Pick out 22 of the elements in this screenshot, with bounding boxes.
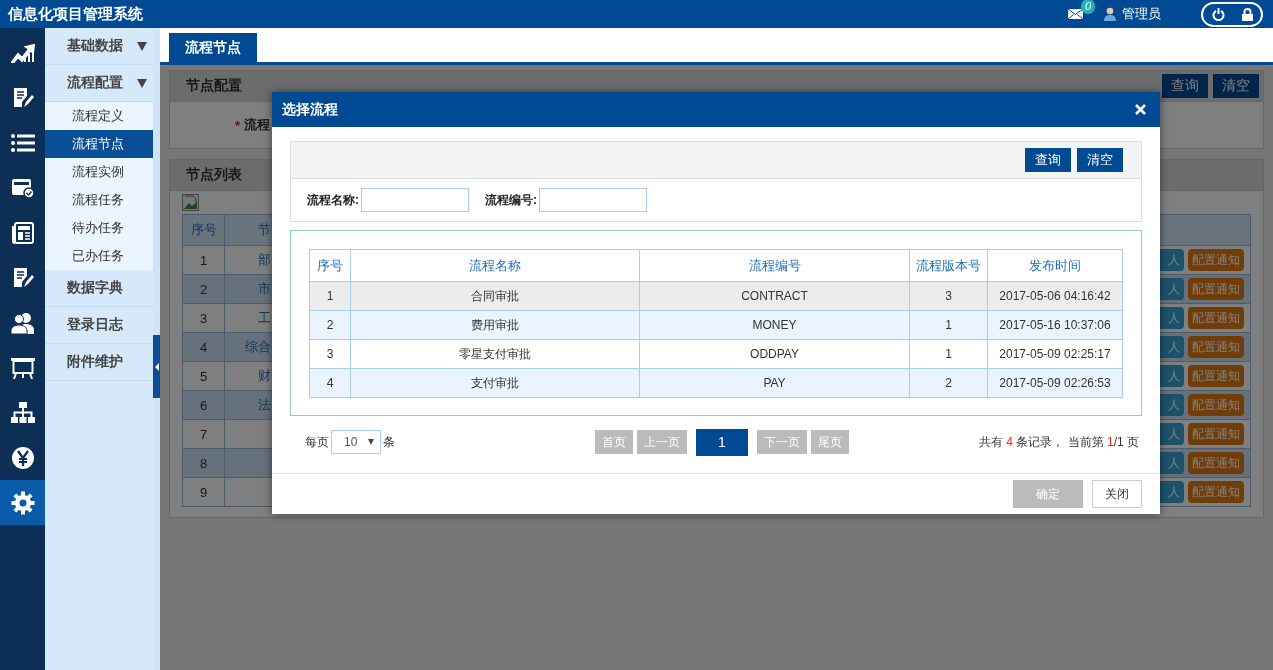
- panel-title: 节点配置: [186, 77, 242, 95]
- table-cell: 2: [183, 275, 225, 304]
- required-mark: *: [235, 117, 241, 133]
- panel-title: 节点列表: [186, 166, 242, 184]
- table-cell: 法: [225, 391, 274, 420]
- mail-count-badge: 0: [1081, 0, 1096, 14]
- field-label: 流程: [244, 116, 271, 134]
- table-cell: 9: [183, 478, 225, 507]
- field-label: 流程名称:: [307, 191, 359, 209]
- table-cell: 4: [183, 333, 225, 362]
- field-label: 流程编号:: [485, 191, 537, 209]
- table-cell: 6: [183, 391, 225, 420]
- per-page-label: 每页: [305, 433, 329, 451]
- table-cell: 8: [183, 449, 225, 478]
- app-title: 信息化项目管理系统: [8, 4, 144, 24]
- dialog-title: 选择流程: [282, 100, 338, 119]
- table-cell: 综合: [225, 333, 274, 362]
- record-summary: 共有 4 条记录， 当前第 1/1 页: [978, 433, 1139, 451]
- table-cell: 市: [225, 275, 274, 304]
- unit-label: 条: [383, 433, 395, 451]
- table-header: 节: [225, 215, 274, 246]
- table-header: 序号: [183, 215, 225, 246]
